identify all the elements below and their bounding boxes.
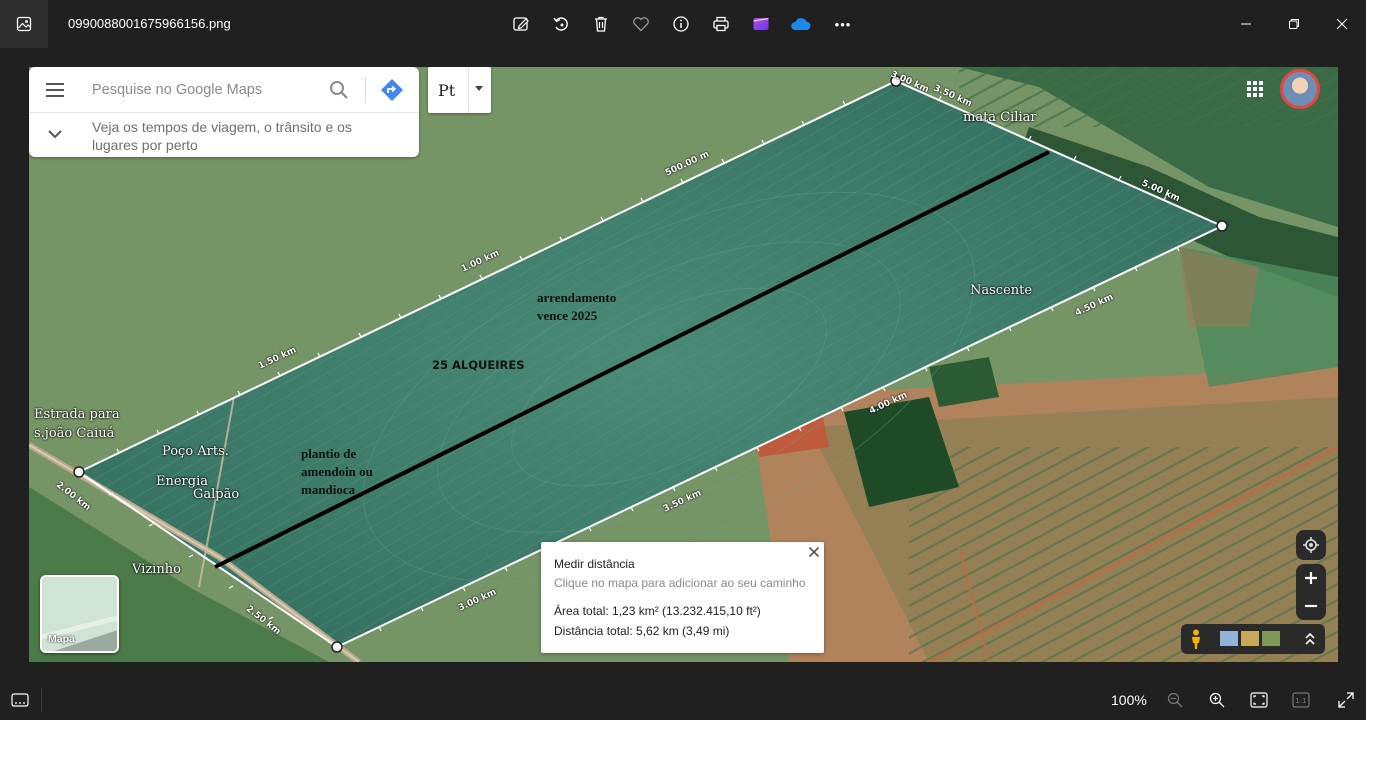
travel-hint-text[interactable]: Veja os tempos de viagem, o trânsito e o… [92,118,392,154]
directions-icon[interactable] [380,78,404,102]
street-view-bar [1181,624,1325,654]
annotation-galpao: Galpão [193,487,240,502]
title-bar: 0990088001675966156.png ••• [0,0,1366,48]
zoom-controls [1296,564,1326,620]
annotation-arrendamento-line2: vence 2025 [537,308,598,323]
rotate-icon[interactable] [549,12,573,36]
search-input[interactable]: Pesquise no Google Maps [92,82,262,98]
measure-total-distance: Distância total: 5,62 km (3,49 mi) [554,624,730,638]
fullscreen-icon[interactable] [1335,690,1357,710]
bottom-separator [41,688,42,712]
annotation-poco: Poço Arts. [162,444,229,459]
chevron-down-icon[interactable] [47,127,63,139]
hamburger-menu-icon[interactable] [45,81,65,99]
svg-text:1:1: 1:1 [1295,697,1306,705]
file-name: 0990088001675966156.png [68,16,231,31]
delete-icon[interactable] [589,12,613,36]
info-icon[interactable] [669,12,693,36]
restore-button[interactable] [1282,12,1306,36]
satellite-map-image[interactable]: 500.00 m 1.00 km 1.50 km 2.00 km 2.50 km… [29,67,1338,662]
chevron-double-up-icon[interactable] [1304,632,1316,646]
close-icon[interactable] [807,545,821,559]
annotation-nascente: Nascente [970,283,1033,298]
measure-total-area: Área total: 1,23 km² (13.232.415,10 ft²) [554,604,761,618]
imagery-thumbnail-3[interactable] [1262,631,1280,646]
measure-distance-panel: Medir distância Clique no mapa para adic… [541,542,824,653]
language-selector[interactable]: Pt [428,67,491,113]
filmstrip-icon[interactable] [9,690,31,710]
annotation-arrendamento-line1: arrendamento [537,290,617,305]
minimize-button[interactable] [1234,12,1258,36]
language-separator [468,67,469,113]
pegman-icon[interactable] [1189,629,1203,649]
layer-label: Mapa [48,633,75,645]
location-target-icon [1303,537,1319,553]
search-separator [365,77,366,103]
annotation-alqueires: 25 ALQUEIRES [432,358,525,372]
close-window-button[interactable] [1330,12,1354,36]
measure-hint: Clique no mapa para adicionar ao seu cam… [554,576,806,590]
bottom-toolbar: 100% 1:1 [0,680,1366,720]
fit-to-window-icon[interactable] [1248,690,1270,710]
search-icon[interactable] [328,79,350,101]
maps-search-card: Pesquise no Google Maps Veja os tempos d… [29,67,419,157]
zoom-level: 100% [1111,692,1147,708]
annotation-estrada-line2: s.joão Caiuá [34,426,115,441]
annotation-plantio-line2: amendoin ou [301,464,373,479]
photos-viewer-window: 0990088001675966156.png ••• 500.00 m 1.0… [0,0,1376,776]
video-editor-icon[interactable] [749,12,773,36]
photos-app-icon[interactable] [0,0,48,48]
map-layer-toggle[interactable]: Mapa [40,575,119,653]
favorite-icon[interactable] [629,12,653,36]
user-avatar[interactable] [1280,69,1320,109]
edit-image-icon[interactable] [509,12,533,36]
imagery-thumbnail-1[interactable] [1220,631,1238,646]
zoom-out-icon[interactable] [1304,599,1318,613]
zoom-in-magnifier-icon[interactable] [1206,690,1228,710]
annotation-mata-ciliar: mata Ciliar [963,110,1037,125]
google-apps-icon[interactable] [1246,80,1264,98]
zoom-out-magnifier-icon[interactable] [1164,690,1186,710]
zoom-in-icon[interactable] [1304,571,1318,585]
more-icon[interactable]: ••• [831,12,855,36]
annotation-estrada-line1: Estrada para [34,407,120,422]
annotation-vizinho: Vizinho [132,562,181,577]
imagery-thumbnail-2[interactable] [1241,631,1259,646]
language-label: Pt [438,81,456,100]
my-location-button[interactable] [1296,530,1326,560]
search-row: Pesquise no Google Maps [29,67,419,113]
caret-down-icon [475,86,483,91]
measure-title: Medir distância [554,557,635,571]
actual-size-icon[interactable]: 1:1 [1290,690,1312,710]
annotation-plantio-line3: mandioca [301,482,356,497]
print-icon[interactable] [709,12,733,36]
onedrive-icon[interactable] [789,12,813,36]
annotation-plantio-line1: plantio de [301,446,357,461]
image-viewer-area: 500.00 m 1.00 km 1.50 km 2.00 km 2.50 km… [0,48,1366,680]
